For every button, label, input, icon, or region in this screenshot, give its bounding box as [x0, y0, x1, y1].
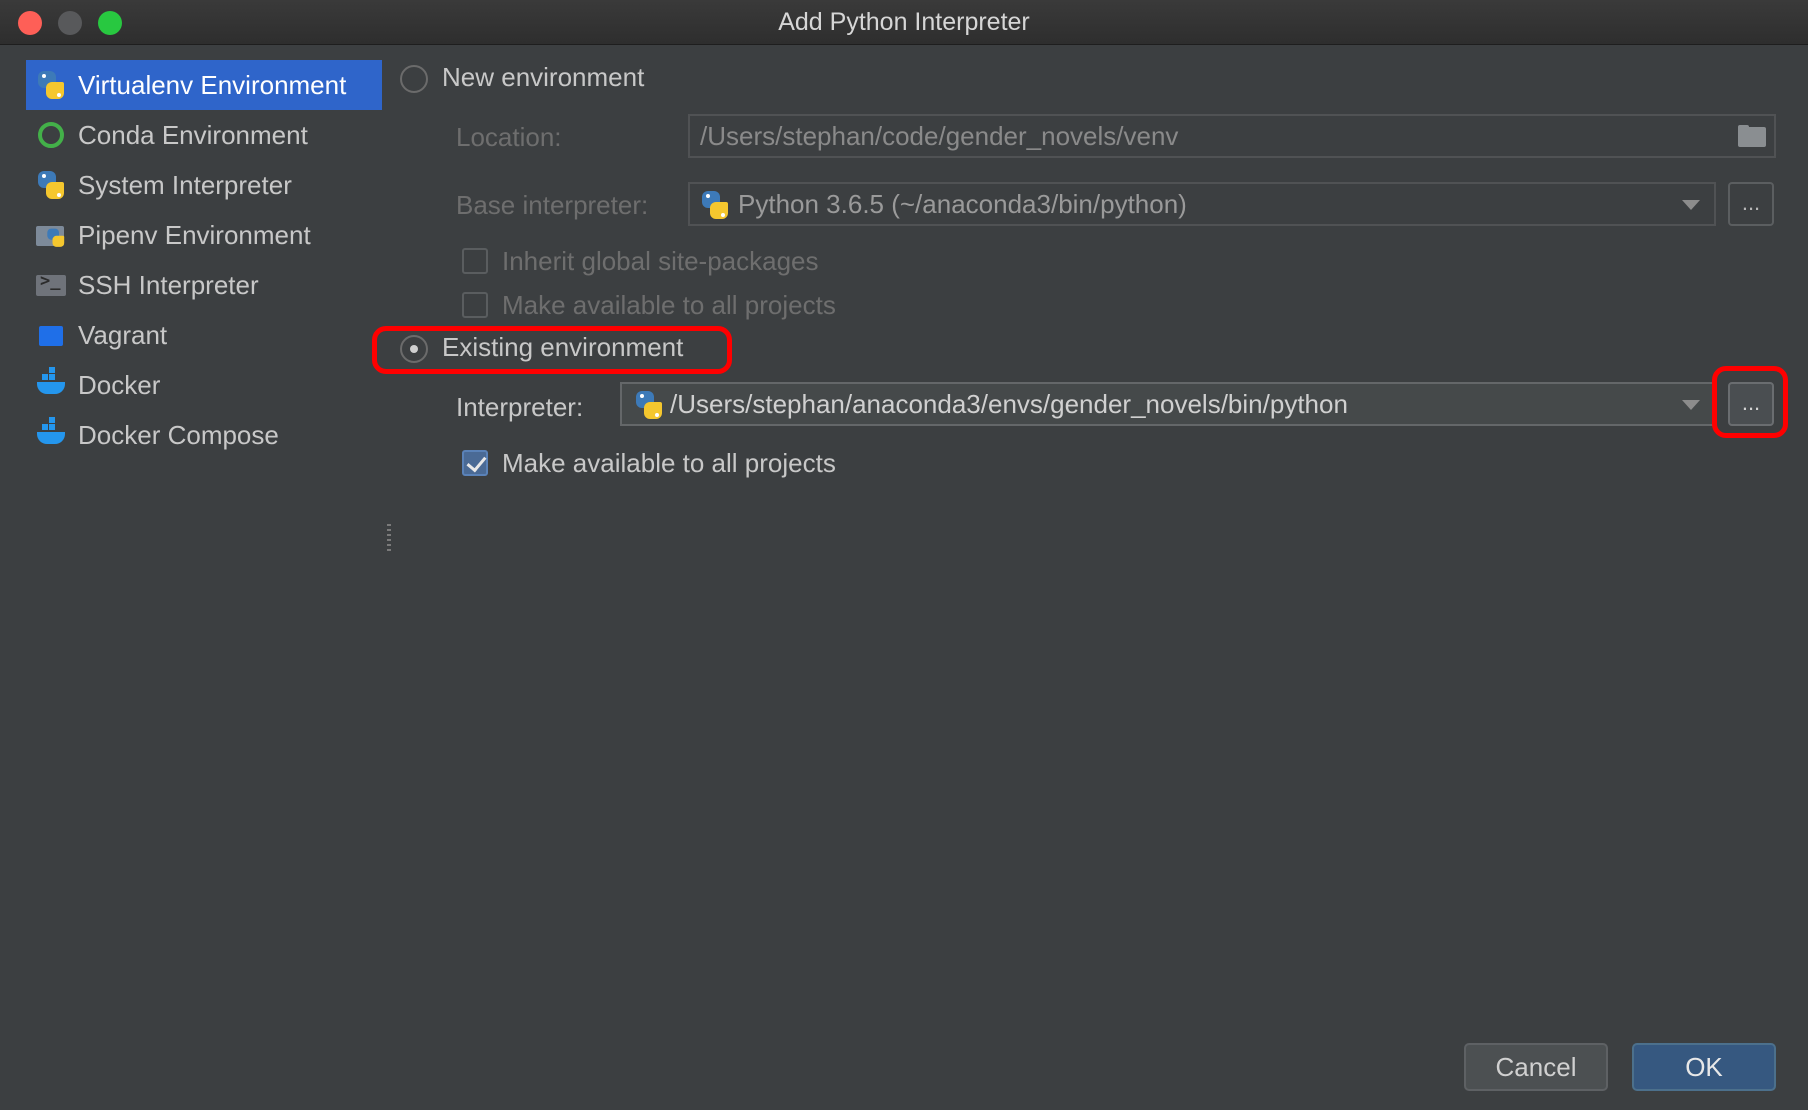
- sidebar-item-virtualenv[interactable]: Virtualenv Environment: [26, 60, 382, 110]
- sidebar-item-label: SSH Interpreter: [78, 269, 259, 300]
- sidebar-item-docker-compose[interactable]: Docker Compose: [26, 410, 382, 460]
- new-environment-radio[interactable]: [400, 65, 428, 93]
- inherit-site-packages-label: Inherit global site-packages: [502, 246, 819, 276]
- docker-compose-icon: [36, 417, 66, 450]
- existing-env-make-available-label: Make available to all projects: [502, 448, 836, 478]
- interpreter-value: /Users/stephan/anaconda3/envs/gender_nov…: [670, 389, 1348, 419]
- python-icon: [36, 170, 66, 200]
- existing-env-make-available-checkbox[interactable]: [462, 450, 488, 476]
- existing-environment-label: Existing environment: [442, 332, 684, 362]
- title-bar: Add Python Interpreter: [0, 0, 1808, 45]
- sidebar-item-docker[interactable]: Docker: [26, 360, 382, 410]
- base-interpreter-value: Python 3.6.5 (~/anaconda3/bin/python): [738, 189, 1187, 219]
- chevron-down-icon: [1682, 400, 1700, 410]
- new-environment-label: New environment: [442, 62, 645, 92]
- base-interpreter-dropdown[interactable]: Python 3.6.5 (~/anaconda3/bin/python): [688, 182, 1716, 226]
- dialog-window: Add Python Interpreter Virtualenv Enviro…: [0, 0, 1808, 1110]
- terminal-icon: >_: [36, 270, 66, 300]
- new-env-make-available-checkbox[interactable]: [462, 292, 488, 318]
- sidebar-item-system[interactable]: System Interpreter: [26, 160, 382, 210]
- location-field[interactable]: /Users/stephan/code/gender_novels/venv: [688, 114, 1776, 158]
- new-env-make-available-label: Make available to all projects: [502, 290, 836, 320]
- interpreter-label: Interpreter:: [456, 392, 584, 422]
- sidebar-item-pipenv[interactable]: Pipenv Environment: [26, 210, 382, 260]
- sidebar-item-label: Conda Environment: [78, 119, 308, 150]
- python-icon: [700, 190, 730, 220]
- sidebar-item-label: Vagrant: [78, 319, 168, 350]
- sidebar-item-label: Docker Compose: [78, 419, 279, 450]
- chevron-down-icon: [1682, 200, 1700, 210]
- python-icon: [634, 390, 664, 420]
- sidebar-item-ssh[interactable]: >_ SSH Interpreter: [26, 260, 382, 310]
- pipenv-icon: [36, 220, 66, 250]
- sidebar-item-label: System Interpreter: [78, 169, 292, 200]
- sidebar-item-label: Pipenv Environment: [78, 219, 311, 250]
- interpreter-dropdown[interactable]: /Users/stephan/anaconda3/envs/gender_nov…: [620, 382, 1716, 426]
- sidebar-item-conda[interactable]: Conda Environment: [26, 110, 382, 160]
- existing-environment-radio[interactable]: [400, 335, 428, 363]
- sidebar-item-label: Docker: [78, 369, 161, 400]
- sidebar-item-label: Virtualenv Environment: [78, 69, 347, 100]
- folder-icon[interactable]: [1738, 125, 1766, 147]
- vagrant-icon: [36, 320, 66, 350]
- virtualenv-icon: [36, 70, 66, 100]
- base-interpreter-label: Base interpreter:: [456, 190, 649, 220]
- inherit-site-packages-checkbox[interactable]: [462, 248, 488, 274]
- ok-button[interactable]: OK: [1632, 1043, 1776, 1091]
- interpreter-type-sidebar: Virtualenv Environment Conda Environment…: [26, 60, 382, 460]
- browse-button-highlight: [1712, 366, 1788, 438]
- cancel-button[interactable]: Cancel: [1464, 1043, 1608, 1091]
- base-interpreter-browse-button[interactable]: ...: [1728, 182, 1774, 226]
- location-value: /Users/stephan/code/gender_novels/venv: [700, 121, 1179, 151]
- conda-icon: [36, 120, 66, 150]
- sidebar-item-vagrant[interactable]: Vagrant: [26, 310, 382, 360]
- window-title: Add Python Interpreter: [778, 8, 1030, 36]
- docker-icon: [36, 367, 66, 400]
- panel-splitter-handle[interactable]: [387, 524, 391, 554]
- checkmark-icon: [466, 451, 487, 473]
- location-label: Location:: [456, 122, 562, 152]
